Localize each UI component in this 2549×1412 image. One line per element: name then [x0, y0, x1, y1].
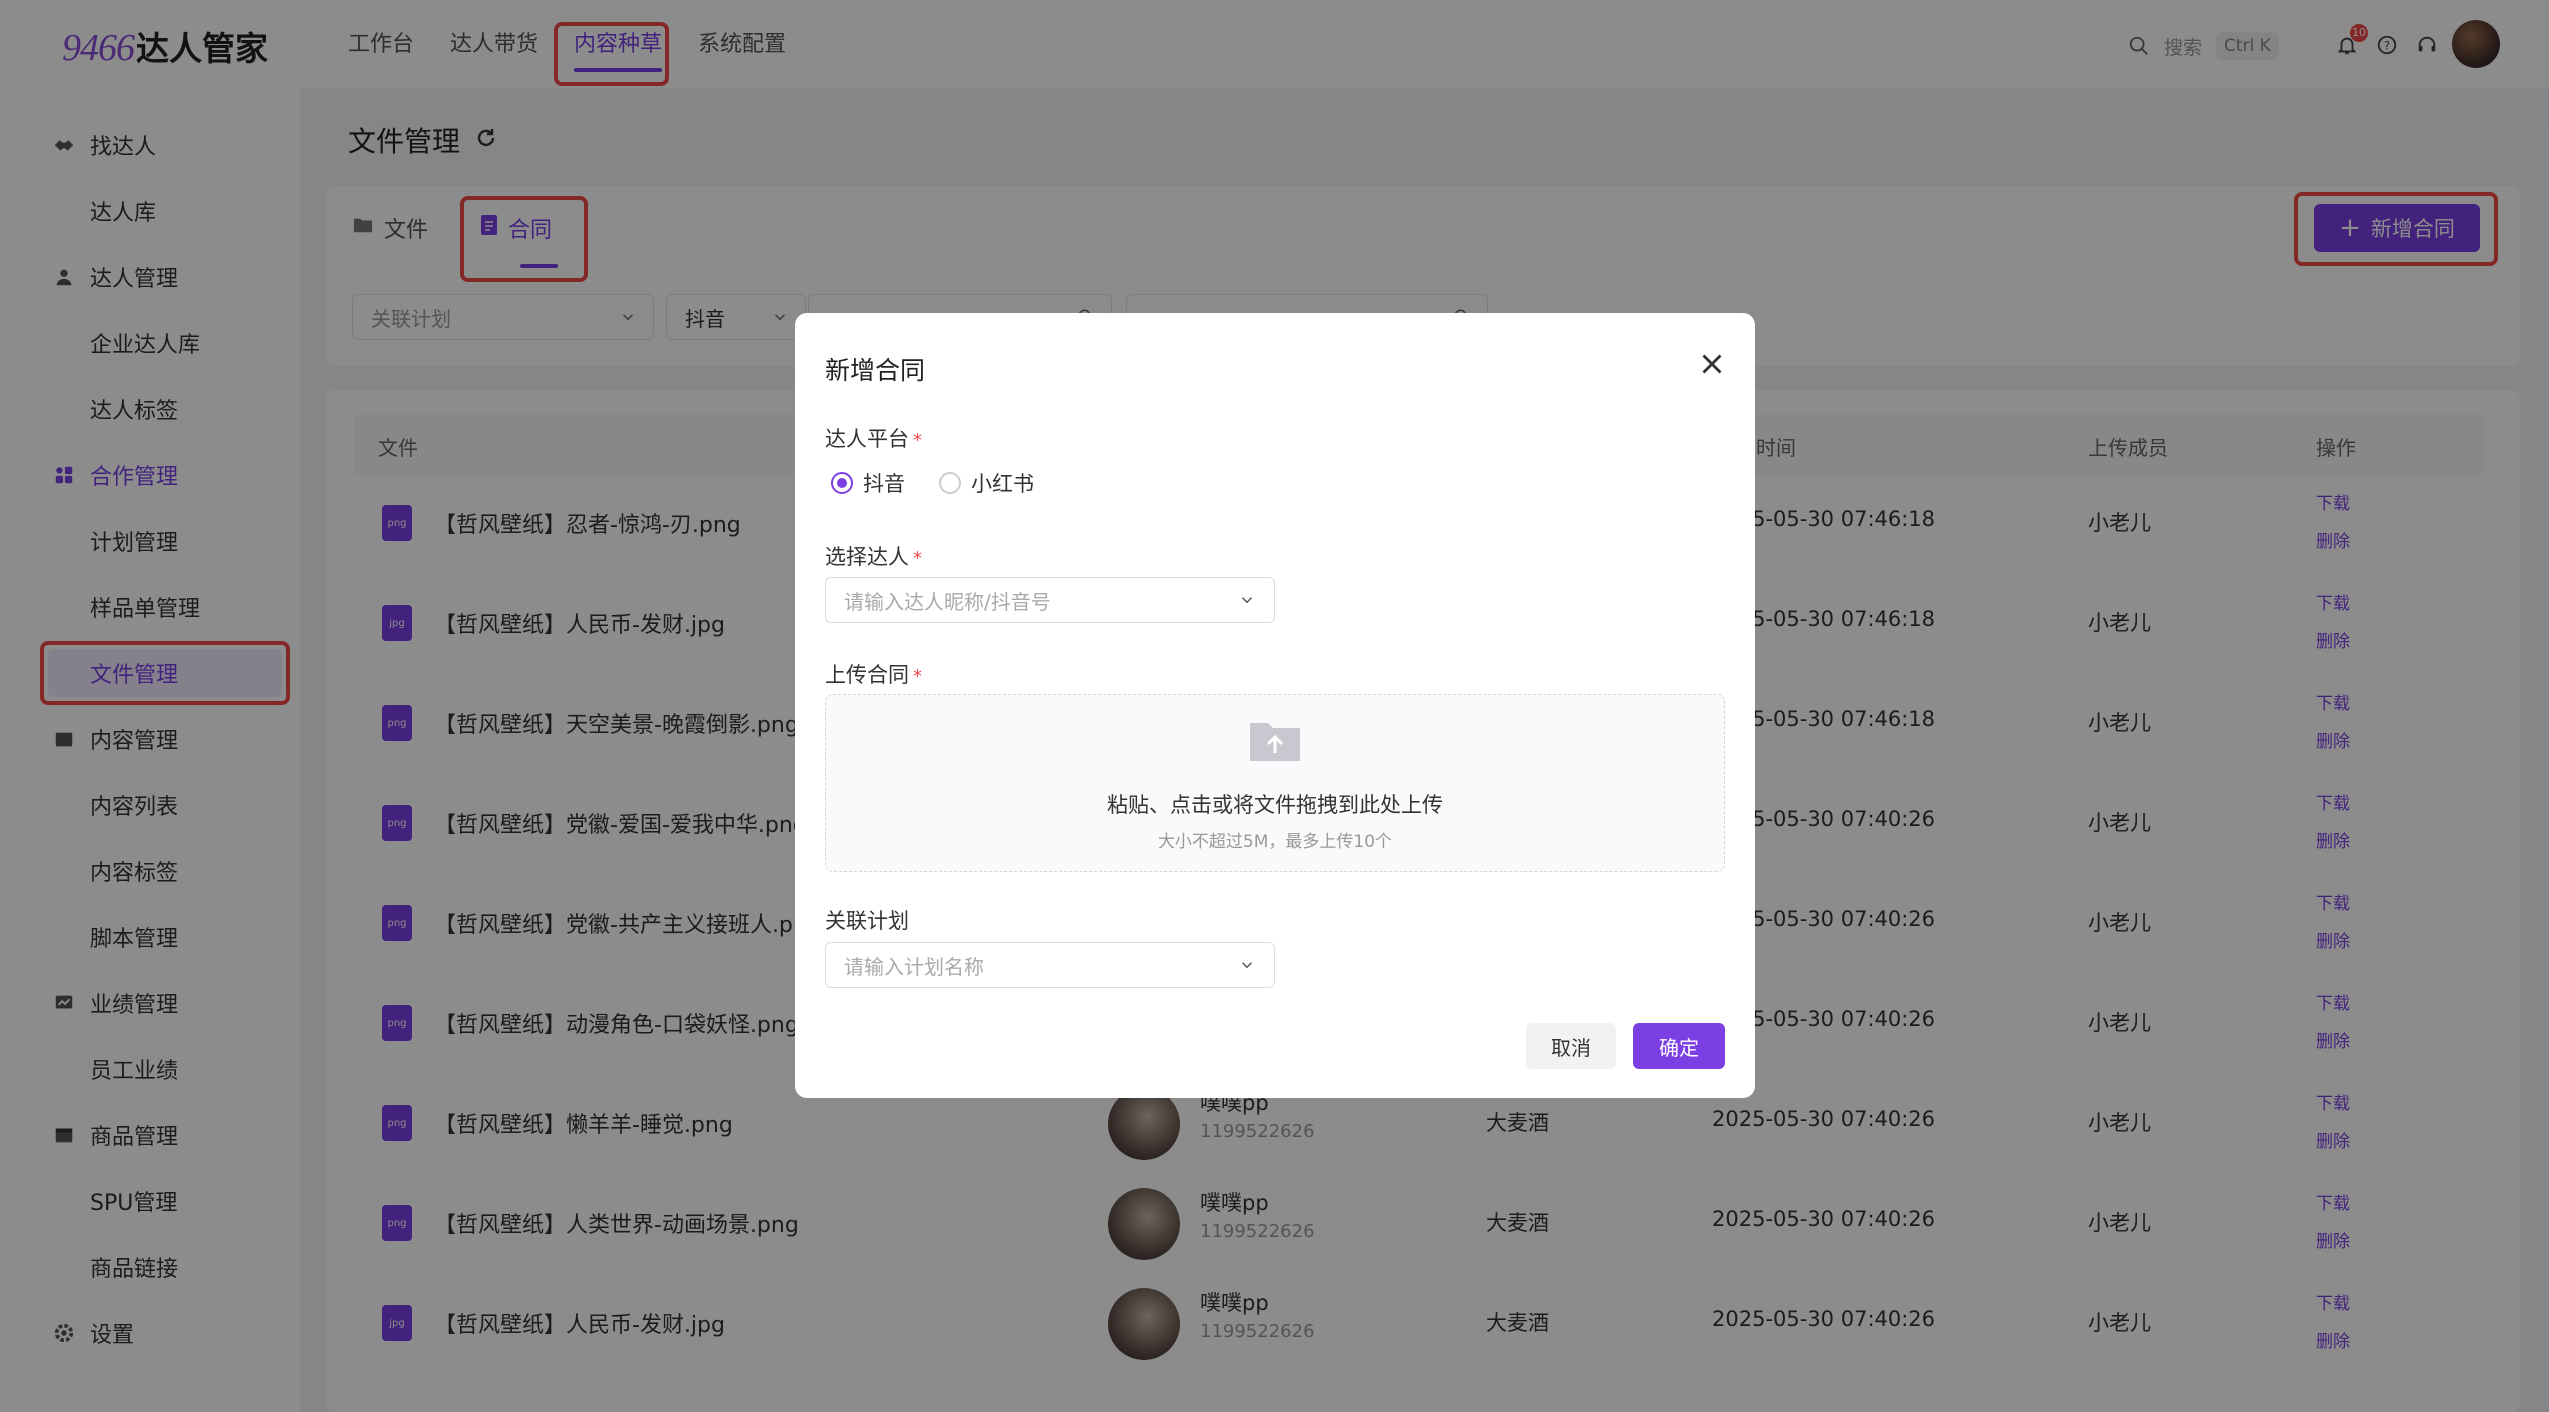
platform-field-label: 达人平台 *	[825, 423, 922, 453]
dialog-title: 新增合同	[825, 356, 926, 385]
plan-select[interactable]: 请输入计划名称	[825, 942, 1275, 988]
folder-upload-icon	[1250, 723, 1300, 761]
upload-hint: 大小不超过5M，最多上传10个	[1157, 832, 1393, 852]
platform-label-text: 达人平台	[825, 427, 909, 451]
radio-dot	[831, 472, 853, 494]
close-icon[interactable]	[1695, 347, 1729, 381]
upload-dropzone[interactable]: 粘贴、点击或将文件拖拽到此处上传 大小不超过5M，最多上传10个	[825, 694, 1725, 872]
add-contract-dialog: 新增合同 达人平台 * 抖音 小红书 选择达人 * 请输入达人昵称/抖音号 上传合同…	[795, 313, 1755, 1098]
confirm-button[interactable]: 确定	[1633, 1023, 1725, 1069]
required-mark: *	[913, 666, 922, 687]
plan-label-text: 关联计划	[825, 909, 909, 933]
radio-dot	[939, 472, 961, 494]
radio-xiaohongshu[interactable]: 小红书	[939, 468, 1034, 498]
influencer-label-text: 选择达人	[825, 545, 909, 569]
required-mark: *	[913, 430, 922, 451]
upload-instruction: 粘贴、点击或将文件拖拽到此处上传	[1107, 793, 1443, 817]
plan-placeholder: 请输入计划名称	[844, 954, 984, 979]
cancel-button[interactable]: 取消	[1526, 1023, 1616, 1069]
plan-field-label: 关联计划	[825, 905, 909, 935]
radio-label: 抖音	[863, 472, 905, 496]
influencer-select[interactable]: 请输入达人昵称/抖音号	[825, 577, 1275, 623]
upload-field-label: 上传合同 *	[825, 659, 922, 689]
upload-label-text: 上传合同	[825, 663, 909, 687]
radio-douyin[interactable]: 抖音	[831, 468, 905, 498]
chevron-down-icon	[1238, 955, 1256, 979]
influencer-placeholder: 请输入达人昵称/抖音号	[844, 589, 1051, 614]
influencer-field-label: 选择达人 *	[825, 541, 922, 571]
required-mark: *	[913, 548, 922, 569]
chevron-down-icon	[1238, 590, 1256, 614]
radio-label: 小红书	[971, 472, 1034, 496]
